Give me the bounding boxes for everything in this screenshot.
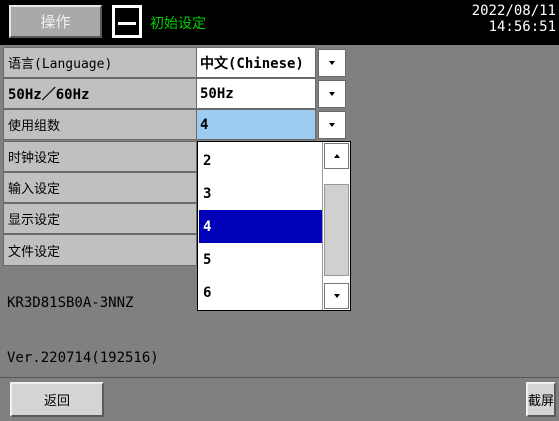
window-icon xyxy=(112,5,142,38)
dropdown-option[interactable]: 5 xyxy=(199,243,322,276)
group-count-value[interactable]: 4 xyxy=(196,109,316,140)
chevron-down-icon xyxy=(329,61,335,65)
dropdown-option[interactable]: 6 xyxy=(199,276,322,309)
chevron-down-icon xyxy=(329,92,335,96)
menu-item-clock[interactable]: 时钟设定 xyxy=(3,141,197,172)
group-count-dropdown-button[interactable] xyxy=(318,111,346,139)
date-text: 2022/08/11 xyxy=(471,3,556,19)
menu-item-file[interactable]: 文件设定 xyxy=(3,234,197,266)
chevron-down-icon xyxy=(329,123,335,127)
version-text: Ver.220714(192516) xyxy=(7,350,159,366)
dropdown-option[interactable]: 3 xyxy=(199,177,322,210)
footer-bar: 返回 截屏 xyxy=(0,377,559,421)
clock-display: 2022/08/11 14:56:51 xyxy=(472,3,556,35)
dropdown-option-selected[interactable]: 4 xyxy=(199,210,322,243)
back-button[interactable]: 返回 xyxy=(10,382,104,417)
frequency-label: 50Hz／60Hz xyxy=(3,78,197,109)
dropdown-scrollbar[interactable] xyxy=(322,142,350,310)
language-dropdown-button[interactable] xyxy=(318,49,346,77)
chevron-up-icon xyxy=(333,154,340,158)
menu-item-input[interactable]: 输入设定 xyxy=(3,172,197,203)
scrollbar-thumb[interactable] xyxy=(324,184,349,276)
header-bar: 操作 初始设定 2022/08/11 14:56:51 xyxy=(0,0,559,45)
model-number: KR3D81SB0A-3NNZ xyxy=(7,295,134,311)
time-text: 14:56:51 xyxy=(488,19,556,35)
frequency-value[interactable]: 50Hz xyxy=(196,78,316,109)
group-count-label: 使用组数 xyxy=(3,109,197,140)
group-count-dropdown-list[interactable]: 2 3 4 5 6 xyxy=(197,141,351,311)
dropdown-option[interactable]: 2 xyxy=(199,144,322,177)
page-title: 初始设定 xyxy=(150,15,206,31)
language-value[interactable]: 中文(Chinese) xyxy=(196,47,316,78)
screenshot-button[interactable]: 截屏 xyxy=(526,382,556,417)
frequency-dropdown-button[interactable] xyxy=(318,80,346,108)
scroll-up-button[interactable] xyxy=(324,143,349,169)
chevron-down-icon xyxy=(333,294,340,298)
language-label: 语言(Language) xyxy=(3,47,197,78)
scroll-down-button[interactable] xyxy=(324,283,349,309)
screen: 操作 初始设定 2022/08/11 14:56:51 语言(Language)… xyxy=(0,0,559,421)
operate-button[interactable]: 操作 xyxy=(9,5,102,38)
menu-item-display[interactable]: 显示设定 xyxy=(3,203,197,234)
